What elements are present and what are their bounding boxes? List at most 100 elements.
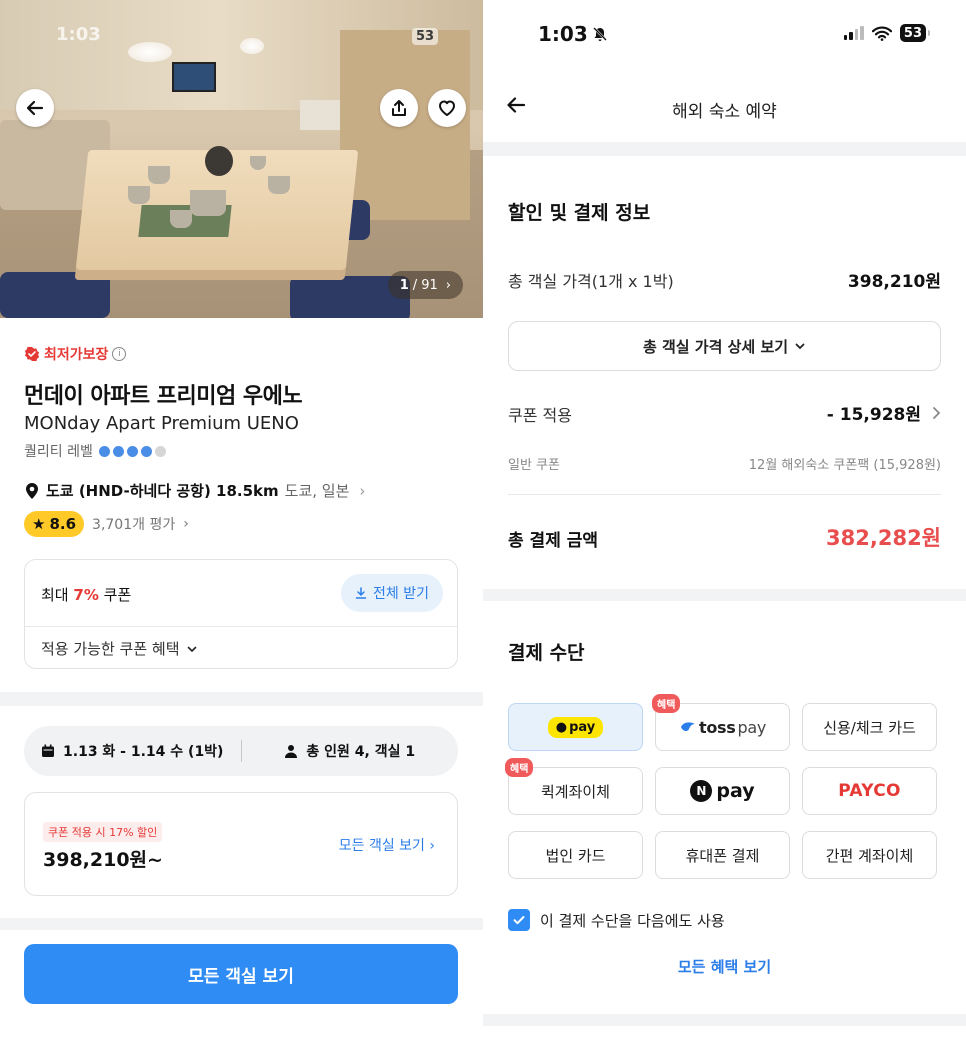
photo-counter-current: 1	[399, 277, 409, 293]
quality-dot	[126, 445, 138, 457]
photo-cup	[128, 186, 150, 204]
signal-icon	[843, 26, 864, 40]
location-sub: 도쿄, 일본	[284, 482, 350, 500]
tosspay-option[interactable]: 혜택 toss pay	[652, 694, 790, 751]
photo-bowl	[190, 190, 226, 216]
photo-lamp	[128, 42, 172, 62]
section-divider	[0, 918, 483, 930]
toss-pay-label: pay	[737, 717, 767, 737]
download-all-label: 전체 받기	[373, 586, 429, 602]
naverpay-option[interactable]: N pay	[655, 767, 790, 815]
chevron-right-icon: ›	[445, 277, 451, 293]
info-icon[interactable]: i	[112, 347, 127, 361]
corporate-card-option[interactable]: 법인 카드	[508, 831, 643, 879]
reuse-payment-checkbox-row[interactable]: 이 결제 수단을 다음에도 사용	[508, 909, 725, 931]
quality-dot	[112, 445, 124, 457]
stay-summary-bar[interactable]: 1.13 화 - 1.14 수 (1박) 총 인원 4, 객실 1	[24, 726, 458, 776]
location-row[interactable]: 도쿄 (HND-하네다 공항) 18.5km 도쿄, 일본 ›	[24, 480, 365, 501]
calendar-icon	[42, 744, 55, 757]
rating-badge: ★ 8.6	[24, 511, 85, 537]
photo-cup	[170, 210, 192, 228]
rating-score: 8.6	[49, 515, 77, 533]
photo-tv	[172, 62, 216, 92]
share-icon	[392, 100, 406, 116]
applicable-coupons-label: 적용 가능한 쿠폰 혜택	[41, 640, 180, 658]
guest-selector[interactable]: 총 인원 4, 객실 1	[242, 741, 459, 761]
status-time-group: 1:03	[538, 22, 608, 46]
total-payment-value: 382,282원	[826, 526, 941, 550]
person-icon	[285, 745, 298, 758]
download-icon	[355, 587, 367, 599]
divider	[25, 626, 457, 627]
view-all-rooms-button[interactable]: 모든 객실 보기	[24, 944, 458, 1004]
lowest-price-label: 최저가보장	[44, 347, 109, 363]
download-all-coupons-button[interactable]: 전체 받기	[341, 574, 443, 612]
section-divider	[483, 1014, 966, 1026]
payco-logo: PAYCO	[838, 781, 901, 801]
section-divider	[0, 692, 483, 706]
back-button[interactable]	[16, 89, 54, 127]
coupon-discount-tag: 쿠폰 적용 시 17% 할인	[43, 822, 163, 842]
max-coupon-text: 최대 7% 쿠폰	[41, 584, 131, 605]
coupon-apply-label: 쿠폰 적용	[508, 406, 572, 425]
benefit-badge: 혜택	[652, 694, 681, 713]
price-summary-box[interactable]: 쿠폰 적용 시 17% 할인 398,210원~ 모든 객실 보기 ›	[24, 792, 458, 896]
favorite-button[interactable]	[428, 89, 466, 127]
easy-transfer-option[interactable]: 간편 계좌이체	[802, 831, 937, 879]
quality-dot	[154, 445, 166, 457]
starting-price: 398,210원~	[43, 849, 163, 871]
speech-bubble-icon: ●	[555, 719, 568, 735]
naverpay-label: pay	[716, 780, 755, 802]
chevron-right-icon: ›	[183, 516, 189, 532]
room-total-value: 398,210원	[847, 272, 941, 292]
photo-counter[interactable]: 1 / 91 ›	[387, 271, 463, 299]
coupon-apply-row[interactable]: - 15,928원	[827, 400, 941, 425]
battery-indicator: 53	[899, 24, 931, 42]
quick-transfer-option[interactable]: 혜택 퀵계좌이체	[505, 758, 643, 815]
credit-card-option[interactable]: 신용/체크 카드	[802, 703, 937, 751]
payco-option[interactable]: PAYCO	[802, 767, 937, 815]
heart-icon	[439, 100, 455, 116]
photo-kettle	[205, 146, 233, 176]
room-price-detail-button[interactable]: 총 객실 가격 상세 보기	[508, 321, 941, 371]
toss-label: toss	[698, 717, 736, 737]
stay-dates: 1.13 화 - 1.14 수 (1박)	[63, 744, 224, 760]
quality-dot	[140, 445, 152, 457]
payment-info-title: 할인 및 결제 정보	[508, 202, 651, 224]
section-divider	[483, 589, 966, 601]
battery-indicator: 53	[412, 28, 439, 45]
reuse-payment-checkbox[interactable]	[508, 909, 530, 931]
section-divider	[483, 142, 966, 156]
hotel-photo[interactable]: 1:03 53 1 / 91 ›	[0, 0, 483, 318]
photo-bed	[300, 100, 340, 130]
total-payment-label: 총 결제 금액	[508, 531, 599, 551]
view-all-rooms-link[interactable]: 모든 객실 보기 ›	[339, 835, 435, 855]
coupon-box: 최대 7% 쿠폰 전체 받기 적용 가능한 쿠폰 혜택	[24, 559, 458, 669]
lowest-price-badge[interactable]: 최저가보장 i	[24, 344, 127, 364]
naver-n-icon: N	[690, 780, 713, 802]
chevron-right-icon: ›	[359, 481, 366, 500]
star-icon: ★	[32, 515, 46, 533]
date-selector[interactable]: 1.13 화 - 1.14 수 (1박)	[24, 741, 241, 761]
guest-count: 총 인원 4, 객실 1	[306, 744, 416, 760]
divider	[508, 494, 941, 495]
kakaopay-option[interactable]: ● pay	[508, 703, 643, 751]
photo-cup	[268, 176, 290, 194]
hotel-name-korean: 먼데이 아파트 프리미엄 우에노	[24, 384, 303, 409]
phone-payment-option[interactable]: 휴대폰 결제	[655, 831, 790, 879]
photo-lamp	[240, 38, 264, 54]
map-pin-icon	[26, 482, 38, 499]
share-button[interactable]	[380, 89, 418, 127]
room-price-detail-label: 총 객실 가격 상세 보기	[642, 337, 789, 356]
benefit-badge: 혜택	[505, 758, 534, 777]
location-main: 도쿄 (HND-하네다 공항) 18.5km	[46, 482, 279, 500]
view-all-benefits-link[interactable]: 모든 혜택 보기	[483, 956, 966, 977]
tosspay-logo: toss pay	[679, 718, 766, 737]
coupon-apply-value: - 15,928원	[826, 405, 921, 425]
page-title: 해외 숙소 예약	[672, 102, 777, 122]
applicable-coupons-toggle[interactable]: 적용 가능한 쿠폰 혜택	[41, 638, 198, 659]
toss-logo-icon	[680, 722, 695, 732]
top-nav: 해외 숙소 예약	[483, 84, 966, 134]
chevron-right-icon	[933, 406, 941, 419]
rating-row[interactable]: ★ 8.6 3,701개 평가 ›	[24, 511, 189, 537]
